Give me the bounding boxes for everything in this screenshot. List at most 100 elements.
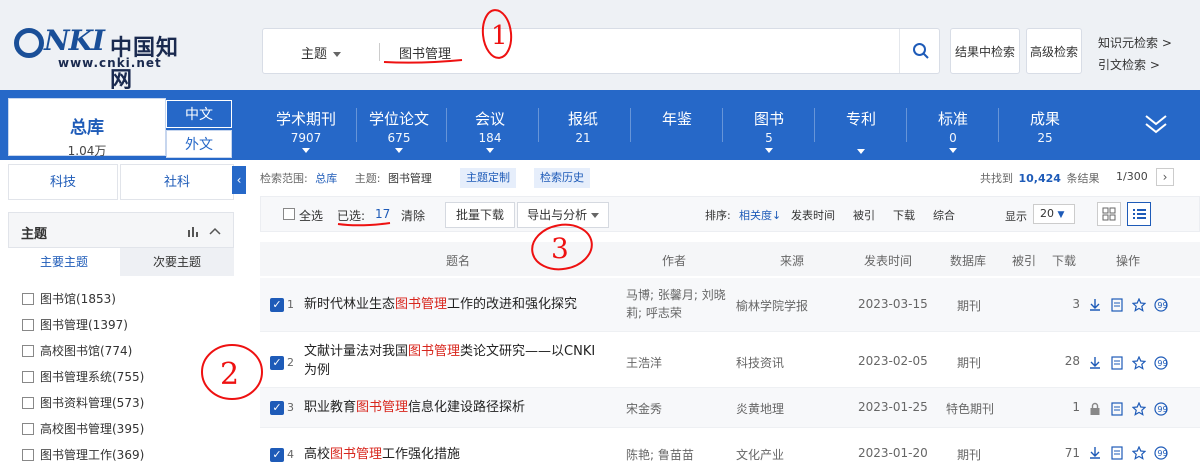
sort-download[interactable]: 下载 <box>893 207 915 223</box>
tab-newspaper[interactable]: 报纸 21 <box>540 90 626 160</box>
quote-icon[interactable]: 99 <box>1154 356 1168 370</box>
citation-search-link[interactable]: 引文检索 > <box>1098 56 1160 73</box>
tab-chinese[interactable]: 中文 <box>166 100 232 128</box>
star-icon[interactable] <box>1132 446 1146 460</box>
quote-icon[interactable]: 99 <box>1154 446 1168 460</box>
row-author[interactable]: 王浩洋 <box>626 354 662 371</box>
tab-total-library[interactable]: 总库 1.04万 <box>8 98 166 158</box>
sort-relevance[interactable]: 相关度↓ <box>739 207 781 223</box>
row-checkbox[interactable]: ✓ <box>270 401 284 415</box>
search-scope-select[interactable]: 主题 <box>301 43 342 62</box>
collapse-panel-button[interactable]: ‹ <box>232 166 246 194</box>
double-chevron-down-icon <box>1145 115 1167 134</box>
row-title[interactable]: 新时代林业生态图书管理工作的改进和强化探究 <box>304 295 610 314</box>
sort-date[interactable]: 发表时间 <box>791 207 835 223</box>
row-source[interactable]: 科技资讯 <box>736 354 784 371</box>
row-checkbox[interactable]: ✓ <box>270 448 284 462</box>
sort-cited[interactable]: 被引 <box>853 207 875 223</box>
knowledge-search-link[interactable]: 知识元检索 > <box>1098 34 1172 51</box>
page-size-select[interactable]: 20 ▼ <box>1033 204 1075 224</box>
search-input[interactable]: 图书管理 <box>399 43 451 62</box>
download-icon[interactable] <box>1088 298 1102 312</box>
row-author[interactable]: 宋金秀 <box>626 400 662 417</box>
chevron-down-icon <box>857 149 865 154</box>
cnki-logo[interactable]: NKI 中国知网 www.cnki.net <box>14 22 194 93</box>
select-all-checkbox[interactable] <box>283 208 295 220</box>
quote-icon[interactable]: 99 <box>1154 402 1168 416</box>
facet-item[interactable]: 图书管理(1397) <box>22 316 128 333</box>
chevron-up-icon[interactable] <box>209 227 221 235</box>
tab-social-science[interactable]: 社科 <box>120 164 234 200</box>
search-history-button[interactable]: 检索历史 <box>534 168 590 188</box>
next-page-button[interactable]: › <box>1156 168 1174 186</box>
grid-view-icon <box>1102 207 1116 221</box>
export-analysis-button[interactable]: 导出与分析 <box>517 202 609 228</box>
grid-view-button[interactable] <box>1097 202 1121 226</box>
star-icon[interactable] <box>1132 298 1146 312</box>
download-icon[interactable] <box>1088 356 1102 370</box>
selected-count[interactable]: 17 <box>375 207 390 221</box>
facet-item[interactable]: 高校图书馆(774) <box>22 342 132 359</box>
chevron-down-icon <box>486 148 494 153</box>
tab-patents[interactable]: 专利 <box>816 90 906 160</box>
quote-icon[interactable]: 99 <box>1154 298 1168 312</box>
checkbox[interactable] <box>22 423 34 435</box>
tab-foreign[interactable]: 外文 <box>166 130 232 158</box>
checkbox[interactable] <box>22 371 34 383</box>
row-source[interactable]: 榆林学院学报 <box>736 297 808 314</box>
row-title[interactable]: 高校图书管理工作强化措施 <box>304 445 610 464</box>
html-read-icon[interactable] <box>1110 298 1124 312</box>
row-author[interactable]: 陈艳; 鲁苗苗 <box>626 446 694 463</box>
title-part: 高校 <box>304 447 331 462</box>
row-checkbox[interactable]: ✓ <box>270 298 284 312</box>
search-button[interactable] <box>899 29 941 73</box>
row-source[interactable]: 文化产业 <box>736 446 784 463</box>
advanced-search-button[interactable]: 高级检索 <box>1026 28 1082 74</box>
batch-download-button[interactable]: 批量下载 <box>445 202 515 228</box>
tab-main-topic[interactable]: 主要主题 <box>8 248 120 276</box>
bar-chart-icon[interactable] <box>187 225 201 237</box>
clear-selection-link[interactable]: 清除 <box>401 207 425 224</box>
tab-yearbook[interactable]: 年鉴 <box>632 90 722 160</box>
facet-label: 图书资料管理(573) <box>40 396 145 410</box>
tab-achievements[interactable]: 成果 25 <box>1000 90 1090 160</box>
scope-value[interactable]: 总库 <box>315 172 337 185</box>
expand-nav-button[interactable] <box>1136 90 1176 160</box>
checkbox[interactable] <box>22 397 34 409</box>
row-checkbox[interactable]: ✓ <box>270 356 284 370</box>
facet-item[interactable]: 图书管理工作(369) <box>22 446 144 463</box>
row-source[interactable]: 炎黄地理 <box>736 400 784 417</box>
download-icon[interactable] <box>1088 446 1102 460</box>
checkbox[interactable] <box>22 319 34 331</box>
star-icon[interactable] <box>1132 402 1146 416</box>
tab-standards[interactable]: 标准 0 <box>908 90 998 160</box>
star-icon[interactable] <box>1132 356 1146 370</box>
topic-custom-button[interactable]: 主题定制 <box>460 168 516 188</box>
row-author[interactable]: 马博; 张馨月; 刘晓莉; 呼志荣 <box>626 286 726 322</box>
checkbox[interactable] <box>22 293 34 305</box>
row-title[interactable]: 职业教育图书管理信息化建设路径探析 <box>304 398 610 417</box>
tab-conference[interactable]: 会议 184 <box>448 90 532 160</box>
list-view-button[interactable] <box>1127 202 1151 226</box>
html-read-icon[interactable] <box>1110 356 1124 370</box>
facet-item[interactable]: 图书资料管理(573) <box>22 394 144 411</box>
tab-dissertations[interactable]: 学位论文 675 <box>358 90 440 160</box>
title-highlight: 图书管理 <box>408 344 461 359</box>
facet-item[interactable]: 图书管理系统(755) <box>22 368 144 385</box>
html-read-icon[interactable] <box>1110 446 1124 460</box>
tab-secondary-topic[interactable]: 次要主题 <box>120 248 234 276</box>
topic-facet-header[interactable]: 主题 <box>8 212 234 248</box>
checkbox[interactable] <box>22 345 34 357</box>
tab-science[interactable]: 科技 <box>8 164 118 200</box>
checkbox[interactable] <box>22 449 34 461</box>
row-title[interactable]: 文献计量法对我国图书管理类论文研究——以CNKI为例 <box>304 342 600 380</box>
select-all-label[interactable]: 全选 <box>299 207 323 224</box>
search-within-button[interactable]: 结果中检索 <box>950 28 1020 74</box>
sort-composite[interactable]: 综合 <box>933 207 955 223</box>
tab-books[interactable]: 图书 5 <box>724 90 814 160</box>
facet-item[interactable]: 高校图书管理(395) <box>22 420 144 437</box>
tab-journals[interactable]: 学术期刊 7907 <box>264 90 348 160</box>
html-read-icon[interactable] <box>1110 402 1124 416</box>
search-scope-label: 主题 <box>301 47 328 62</box>
facet-item[interactable]: 图书馆(1853) <box>22 290 116 307</box>
